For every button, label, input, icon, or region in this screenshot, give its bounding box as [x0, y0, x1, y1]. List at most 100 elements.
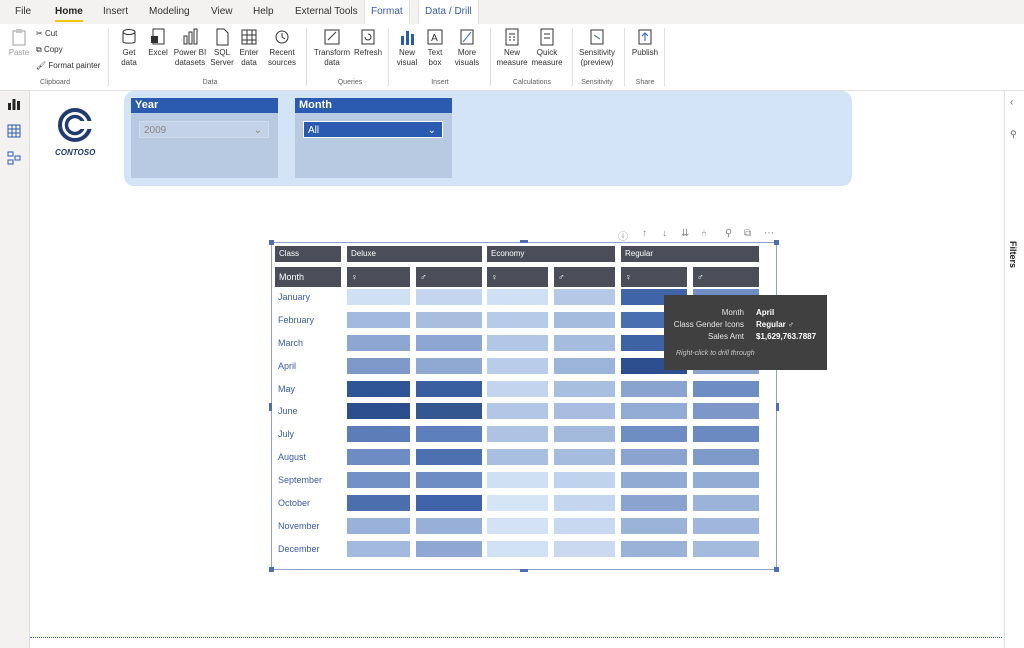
matrix-cell[interactable] — [554, 358, 615, 374]
year-slicer[interactable]: Year 2009 ⌄ — [131, 98, 278, 178]
row-label-april[interactable]: April — [278, 358, 296, 374]
quick-measure-button[interactable]: Quick measure — [530, 28, 564, 68]
matrix-cell[interactable] — [554, 403, 615, 419]
row-label-september[interactable]: September — [278, 472, 322, 488]
more-options-icon[interactable]: ⋯ — [764, 228, 774, 239]
matrix-cell[interactable] — [347, 518, 410, 534]
data-view-icon[interactable] — [7, 124, 21, 138]
gender-female-header[interactable]: ♀ — [347, 267, 410, 287]
matrix-cell[interactable] — [487, 358, 548, 374]
gender-male-header[interactable]: ♂ — [693, 267, 759, 287]
matrix-cell[interactable] — [554, 518, 615, 534]
matrix-cell[interactable] — [487, 472, 548, 488]
tab-format[interactable]: Format — [364, 0, 410, 24]
tab-file[interactable]: File — [15, 0, 31, 24]
matrix-cell[interactable] — [347, 495, 410, 511]
matrix-cell[interactable] — [621, 449, 687, 465]
power-bi-datasets-button[interactable]: Power BI datasets — [172, 28, 208, 68]
tab-data-drill[interactable]: Data / Drill — [418, 0, 479, 24]
matrix-cell[interactable] — [693, 495, 759, 511]
month-dropdown[interactable]: All ⌄ — [303, 121, 443, 138]
matrix-cell[interactable] — [416, 541, 482, 557]
matrix-cell[interactable] — [347, 358, 410, 374]
matrix-cell[interactable] — [347, 426, 410, 442]
new-measure-button[interactable]: New measure — [496, 28, 528, 68]
matrix-cell[interactable] — [416, 426, 482, 442]
matrix-cell[interactable] — [554, 426, 615, 442]
text-box-button[interactable]: A Text box — [422, 28, 448, 68]
matrix-cell[interactable] — [693, 426, 759, 442]
matrix-cell[interactable] — [487, 335, 548, 351]
matrix-cell[interactable] — [693, 541, 759, 557]
matrix-cell[interactable] — [347, 381, 410, 397]
matrix-cell[interactable] — [416, 335, 482, 351]
matrix-cell[interactable] — [554, 449, 615, 465]
matrix-cell[interactable] — [487, 426, 548, 442]
excel-button[interactable]: Excel — [146, 28, 170, 58]
matrix-cell[interactable] — [693, 518, 759, 534]
row-label-february[interactable]: February — [278, 312, 314, 328]
filter-icon[interactable]: ⚲ — [725, 228, 732, 239]
matrix-cell[interactable] — [693, 472, 759, 488]
matrix-cell[interactable] — [693, 403, 759, 419]
matrix-cell[interactable] — [693, 381, 759, 397]
row-label-august[interactable]: August — [278, 449, 306, 465]
enter-data-button[interactable]: Enter data — [236, 28, 262, 68]
matrix-cell[interactable] — [554, 472, 615, 488]
chevron-left-icon[interactable]: ‹ — [1010, 97, 1013, 108]
focus-mode-icon[interactable]: ⧉ — [744, 228, 751, 239]
gender-male-header[interactable]: ♂ — [554, 267, 615, 287]
matrix-cell[interactable] — [416, 403, 482, 419]
publish-button[interactable]: Publish — [630, 28, 660, 58]
matrix-cell[interactable] — [347, 312, 410, 328]
matrix-cell[interactable] — [621, 495, 687, 511]
matrix-cell[interactable] — [347, 449, 410, 465]
matrix-cell[interactable] — [487, 289, 548, 305]
matrix-cell[interactable] — [347, 403, 410, 419]
matrix-cell[interactable] — [416, 289, 482, 305]
format-painter-button[interactable]: 🖌 Format painter — [36, 59, 100, 73]
gender-male-header[interactable]: ♂ — [416, 267, 482, 287]
tab-help[interactable]: Help — [253, 0, 274, 24]
matrix-cell[interactable] — [554, 495, 615, 511]
tab-modeling[interactable]: Modeling — [149, 0, 190, 24]
matrix-cell[interactable] — [621, 381, 687, 397]
matrix-cell[interactable] — [554, 312, 615, 328]
class-deluxe-header[interactable]: Deluxe — [347, 246, 482, 262]
matrix-cell[interactable] — [621, 426, 687, 442]
report-view-icon[interactable] — [7, 97, 21, 111]
drill-down-icon[interactable]: ↓ — [662, 228, 667, 239]
cut-button[interactable]: ✂ Cut — [36, 27, 57, 41]
matrix-cell[interactable] — [416, 472, 482, 488]
resize-handle[interactable] — [776, 403, 779, 411]
recent-sources-button[interactable]: Recent sources — [264, 28, 300, 68]
matrix-cell[interactable] — [554, 289, 615, 305]
transform-data-button[interactable]: Transform data — [312, 28, 352, 68]
matrix-cell[interactable] — [487, 403, 548, 419]
matrix-cell[interactable] — [487, 312, 548, 328]
matrix-cell[interactable] — [347, 335, 410, 351]
gender-female-header[interactable]: ♀ — [487, 267, 548, 287]
filters-pane[interactable]: ‹ ⚲ Filters — [1004, 91, 1024, 648]
help-icon[interactable]: ⓘ — [618, 228, 628, 243]
matrix-cell[interactable] — [416, 449, 482, 465]
matrix-cell[interactable] — [554, 335, 615, 351]
year-dropdown[interactable]: 2009 ⌄ — [139, 121, 269, 138]
matrix-cell[interactable] — [487, 449, 548, 465]
matrix-cell[interactable] — [621, 541, 687, 557]
class-economy-header[interactable]: Economy — [487, 246, 615, 262]
resize-handle[interactable] — [269, 240, 274, 245]
row-label-october[interactable]: October — [278, 495, 310, 511]
resize-handle[interactable] — [520, 569, 528, 572]
more-visuals-button[interactable]: More visuals — [450, 28, 484, 68]
refresh-button[interactable]: Refresh — [354, 28, 382, 58]
matrix-cell[interactable] — [487, 541, 548, 557]
class-regular-header[interactable]: Regular — [621, 246, 759, 262]
row-label-may[interactable]: May — [278, 381, 295, 397]
matrix-cell[interactable] — [554, 381, 615, 397]
matrix-cell[interactable] — [416, 358, 482, 374]
matrix-cell[interactable] — [416, 495, 482, 511]
copy-button[interactable]: ⧉ Copy — [36, 43, 63, 57]
drill-up-icon[interactable]: ↑ — [642, 228, 647, 239]
resize-handle[interactable] — [269, 403, 272, 411]
